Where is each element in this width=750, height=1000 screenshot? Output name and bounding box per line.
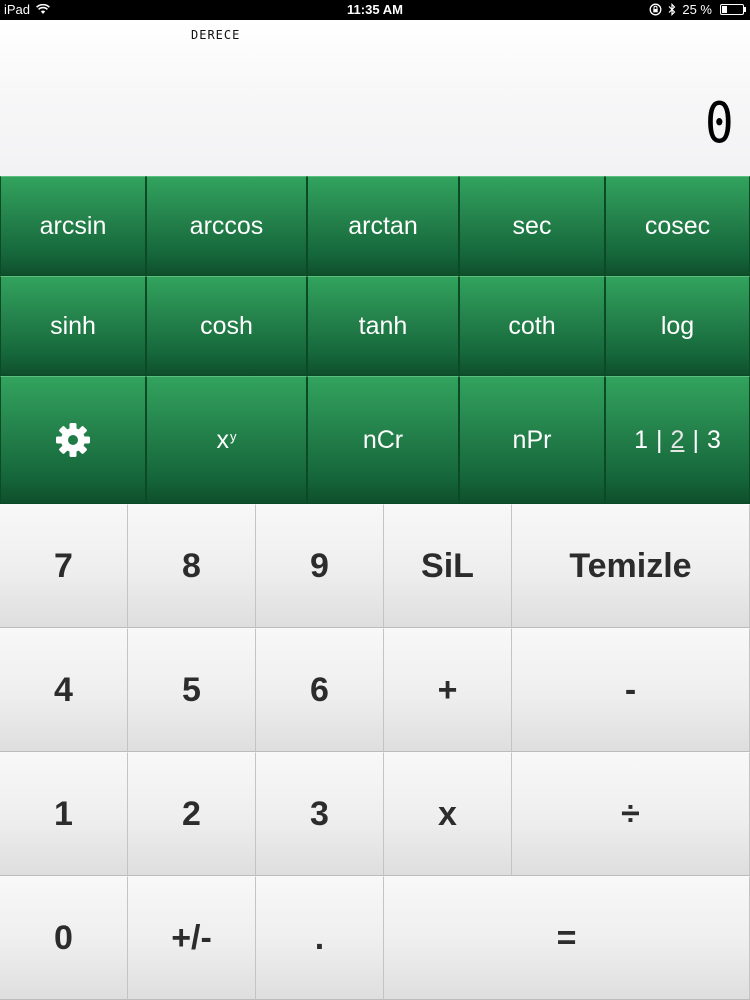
digit-3-button[interactable]: 3 <box>256 752 384 876</box>
angle-mode-label[interactable]: DERECE <box>191 28 240 42</box>
ncr-button[interactable]: nCr <box>307 376 459 504</box>
status-bar: iPad 11:35 AM 25 % <box>0 0 750 20</box>
page-2[interactable]: 2 <box>671 426 685 455</box>
equals-button[interactable]: = <box>384 876 750 1000</box>
power-button[interactable]: xy <box>146 376 307 504</box>
digit-1-button[interactable]: 1 <box>0 752 128 876</box>
clock: 11:35 AM <box>347 2 403 17</box>
settings-button[interactable] <box>0 376 146 504</box>
battery-level <box>722 6 727 13</box>
display-value: 0 <box>705 91 734 156</box>
battery-icon <box>720 4 746 15</box>
arctan-button[interactable]: arctan <box>307 176 459 276</box>
page-separator: | <box>656 425 663 454</box>
function-keypad: arcsin arccos arctan sec cosec sinh cosh… <box>0 176 750 504</box>
multiply-button[interactable]: x <box>384 752 512 876</box>
arcsin-button[interactable]: arcsin <box>0 176 146 276</box>
gear-icon <box>56 423 90 457</box>
arccos-button[interactable]: arccos <box>146 176 307 276</box>
plus-button[interactable]: + <box>384 628 512 752</box>
rotation-lock-icon <box>649 3 662 16</box>
battery-percent: 25 % <box>682 2 712 17</box>
minus-button[interactable]: - <box>512 628 750 752</box>
calculator-display: DERECE 0 <box>0 20 750 176</box>
page-separator: | <box>692 425 699 454</box>
decimal-button[interactable]: . <box>256 876 384 1000</box>
power-base: x <box>216 425 230 454</box>
divide-button[interactable]: ÷ <box>512 752 750 876</box>
cosec-button[interactable]: cosec <box>605 176 750 276</box>
page-1[interactable]: 1 <box>634 426 648 455</box>
log-button[interactable]: log <box>605 276 750 376</box>
digit-0-button[interactable]: 0 <box>0 876 128 1000</box>
page-3[interactable]: 3 <box>707 426 721 455</box>
page-selector[interactable]: 1 | 2 | 3 <box>605 376 750 504</box>
digit-5-button[interactable]: 5 <box>128 628 256 752</box>
delete-button[interactable]: SiL <box>384 504 512 628</box>
digit-6-button[interactable]: 6 <box>256 628 384 752</box>
bluetooth-icon <box>668 3 676 16</box>
digit-7-button[interactable]: 7 <box>0 504 128 628</box>
digit-9-button[interactable]: 9 <box>256 504 384 628</box>
coth-button[interactable]: coth <box>459 276 605 376</box>
sign-toggle-button[interactable]: +/- <box>128 876 256 1000</box>
clear-button[interactable]: Temizle <box>512 504 750 628</box>
cosh-button[interactable]: cosh <box>146 276 307 376</box>
digit-8-button[interactable]: 8 <box>128 504 256 628</box>
numeric-keypad: 7 8 9 SiL Temizle 4 5 6 + - 1 2 3 x ÷ 0 … <box>0 504 750 1000</box>
power-exponent: y <box>230 428 237 444</box>
npr-button[interactable]: nPr <box>459 376 605 504</box>
digit-2-button[interactable]: 2 <box>128 752 256 876</box>
sec-button[interactable]: sec <box>459 176 605 276</box>
sinh-button[interactable]: sinh <box>0 276 146 376</box>
tanh-button[interactable]: tanh <box>307 276 459 376</box>
digit-4-button[interactable]: 4 <box>0 628 128 752</box>
